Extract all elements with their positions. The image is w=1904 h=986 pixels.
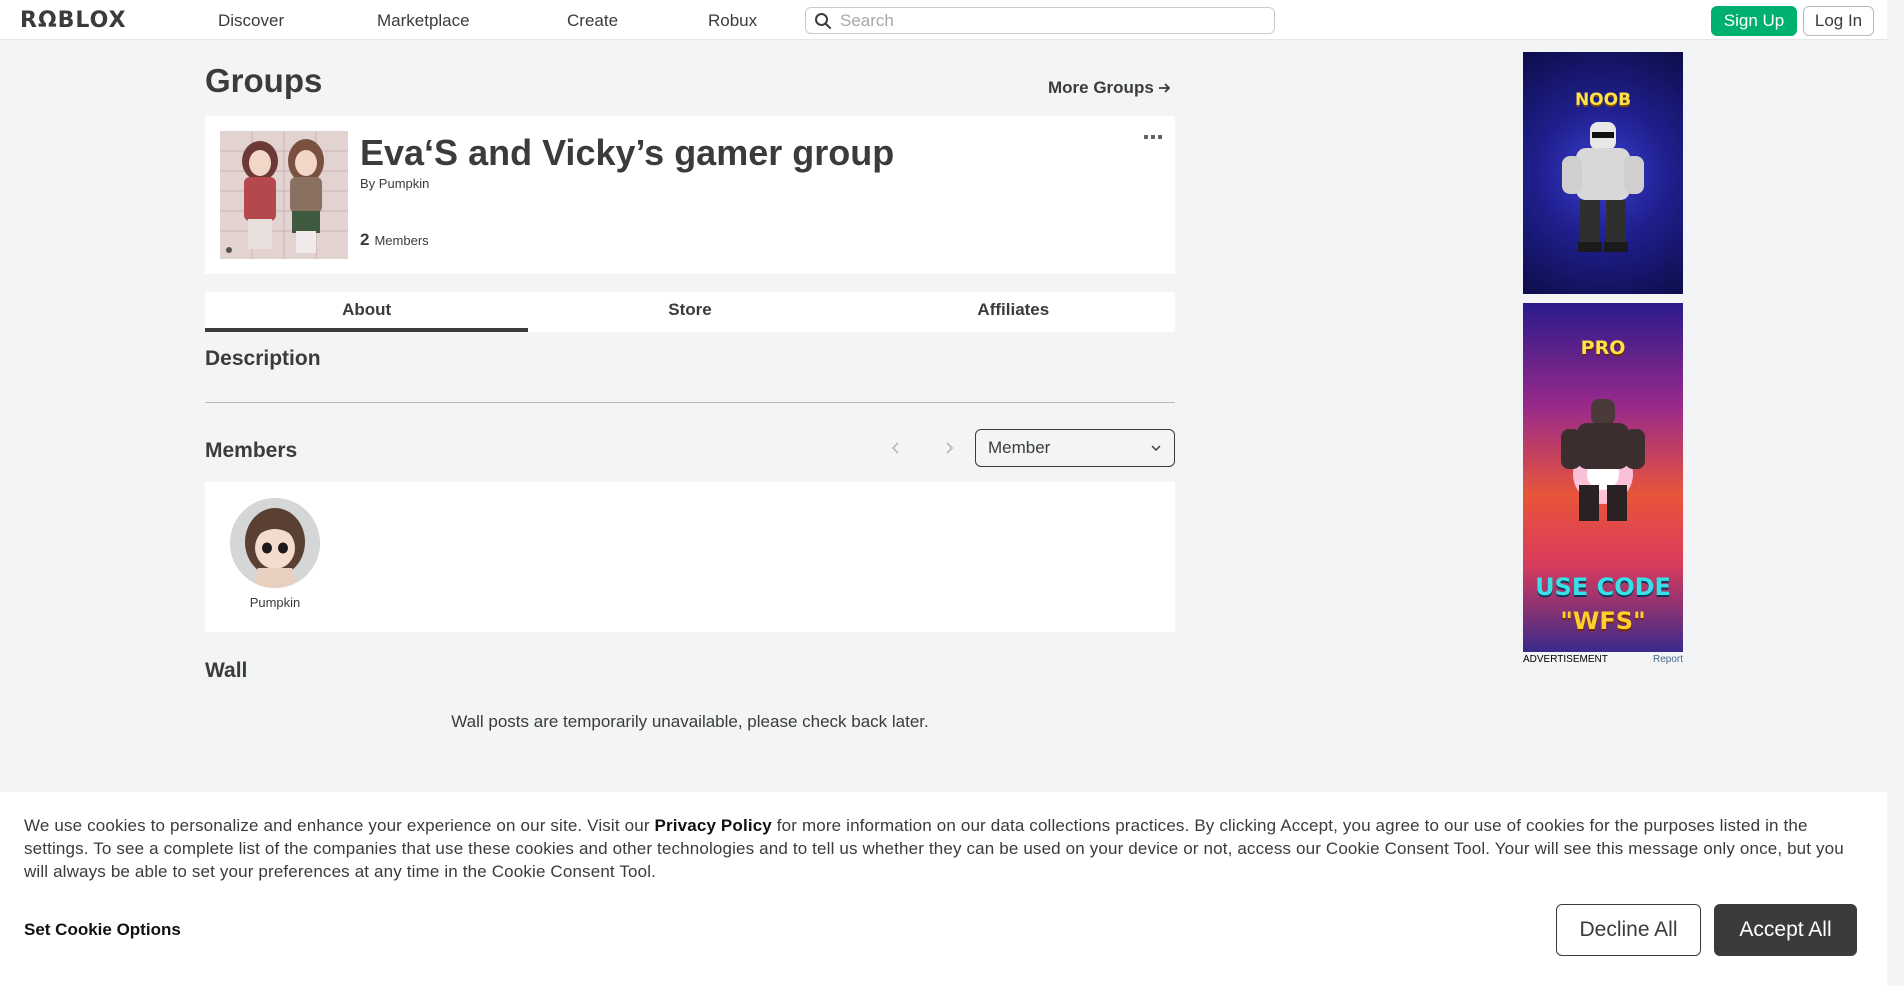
page-title: Groups [205, 62, 323, 99]
ad-report-link[interactable]: Report [1653, 654, 1683, 665]
chevron-left-icon [891, 442, 899, 454]
chevron-right-icon [946, 442, 954, 454]
chevron-down-icon [1151, 445, 1161, 452]
more-groups-label: More Groups [1048, 78, 1154, 97]
signup-button[interactable]: Sign Up [1711, 6, 1797, 36]
nav-robux[interactable]: Robux [708, 11, 757, 31]
ad-pro-text: PRO [1580, 337, 1626, 359]
search-icon [815, 12, 831, 29]
ad-pro-figure [1561, 399, 1645, 521]
group-emblem [220, 131, 348, 259]
next-page-button[interactable] [937, 436, 961, 460]
top-nav: RΩBLOX Discover Marketplace Create Robux… [0, 0, 1904, 40]
decline-all-button[interactable]: Decline All [1556, 904, 1701, 956]
cookie-banner: We use cookies to personalize and enhanc… [0, 792, 1887, 986]
ad-code-value-text: "WFS" [1560, 607, 1646, 635]
wall-unavailable-message: Wall posts are temporarily unavailable, … [451, 712, 929, 731]
advertisement-pro[interactable]: PRO USE CODE "WFS" [1523, 303, 1683, 652]
more-groups-link[interactable]: More Groups [1048, 78, 1171, 98]
nav-marketplace[interactable]: Marketplace [377, 11, 470, 31]
members-title: Members [205, 439, 298, 462]
tab-affiliates[interactable]: Affiliates [852, 292, 1175, 332]
member-count-label: Members [374, 233, 429, 248]
cookie-message: We use cookies to personalize and enhanc… [24, 814, 1864, 883]
more-options-icon[interactable] [1143, 132, 1163, 142]
ad-caption: ADVERTISEMENT Report [1523, 654, 1683, 665]
tab-store[interactable]: Store [528, 292, 851, 332]
page-scrollbar[interactable] [1887, 0, 1904, 986]
role-dropdown-value: Member [988, 438, 1051, 457]
advertisement-noob[interactable]: NOOB [1523, 52, 1683, 294]
member-name: Pumpkin [249, 595, 301, 610]
ad-use-code-text: USE CODE [1535, 573, 1671, 601]
wall-title: Wall [205, 659, 248, 682]
member-card[interactable]: Pumpkin [225, 498, 325, 610]
nav-create[interactable]: Create [567, 11, 618, 31]
roblox-logo[interactable]: RΩBLOX [20, 8, 127, 33]
members-list: Pumpkin [205, 482, 1175, 632]
nav-discover[interactable]: Discover [218, 11, 284, 31]
search-box [805, 7, 1275, 34]
member-count: 2 Members [360, 230, 429, 250]
by-label: By [360, 176, 376, 191]
privacy-policy-link[interactable]: Privacy Policy [655, 816, 772, 835]
description-title: Description [205, 347, 321, 370]
ad-label: ADVERTISEMENT [1523, 654, 1608, 665]
avatar [230, 498, 320, 588]
arrow-right-icon [1158, 83, 1171, 93]
login-button[interactable]: Log In [1803, 6, 1874, 36]
tab-about[interactable]: About [205, 292, 529, 332]
accept-all-button[interactable]: Accept All [1714, 904, 1857, 956]
ad-noob-figure [1562, 122, 1644, 252]
ad-noob-text: NOOB [1574, 90, 1632, 110]
set-cookie-options-link[interactable]: Set Cookie Options [24, 920, 181, 940]
prev-page-button[interactable] [884, 436, 908, 460]
owner-link[interactable]: Pumpkin [379, 176, 430, 191]
group-name: Eva‘S and Vicky’s gamer group [360, 132, 895, 173]
group-emblem-image [220, 131, 348, 259]
role-dropdown[interactable]: Member [975, 429, 1175, 467]
search-input[interactable] [840, 10, 1260, 31]
section-divider [205, 402, 1175, 403]
group-owner-line: By Pumpkin [360, 176, 429, 191]
cookie-text-intro: We use cookies to personalize and enhanc… [24, 816, 655, 835]
group-header-card: Eva‘S and Vicky’s gamer group By Pumpkin… [205, 116, 1175, 274]
member-count-value: 2 [360, 230, 370, 249]
group-tabs: About Store Affiliates [205, 292, 1175, 332]
